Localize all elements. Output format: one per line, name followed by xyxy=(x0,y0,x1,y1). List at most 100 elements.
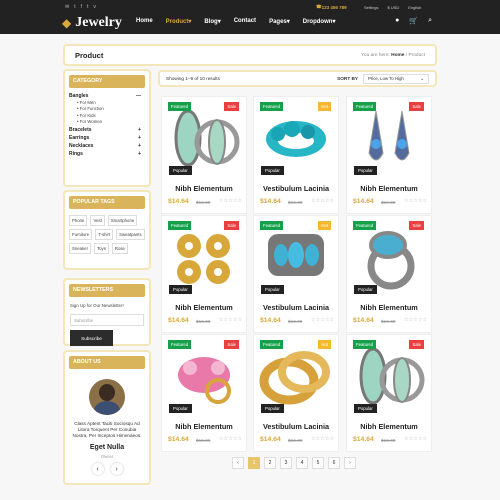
rating-stars-icon: ☆☆☆☆☆ xyxy=(404,198,428,204)
product-card[interactable]: Featured Sale Popular Nibh Elementum $14.64 $… xyxy=(346,334,432,452)
product-name[interactable]: Vestibulum Lacinia xyxy=(254,422,338,431)
popular-badge: Popular xyxy=(261,166,284,175)
sort-bar: Showing 1–9 of 10 results SORT BY Price,… xyxy=(158,70,437,87)
product-name[interactable]: Nibh Elementum xyxy=(347,184,431,193)
next-page-button[interactable]: › xyxy=(344,457,356,469)
tag-item[interactable]: Vest xyxy=(90,215,105,226)
search-icon[interactable]: ⌕ xyxy=(428,17,432,25)
sort-select[interactable]: Price, Low To High ⌄ xyxy=(363,73,429,84)
category-bangles[interactable]: Bangles — xyxy=(65,92,149,100)
nav-pages[interactable]: Pages▾ xyxy=(269,18,290,25)
product-card[interactable]: Featured Sale Popular Nibh Elementum $14.64 $… xyxy=(161,334,247,452)
page-5-button[interactable]: 5 xyxy=(312,457,324,469)
language-dropdown[interactable]: English xyxy=(408,5,421,10)
facebook-icon[interactable]: f xyxy=(81,4,82,10)
product-card[interactable]: Featured Sale Popular Nibh Elementum $14.64 $… xyxy=(346,215,432,333)
featured-badge: Featured xyxy=(168,221,192,230)
page-1-button[interactable]: 1 xyxy=(248,457,260,469)
social-links: ✉ t f t v xyxy=(65,3,96,11)
previous-page-button[interactable]: ‹ xyxy=(232,457,244,469)
featured-badge: Featured xyxy=(353,340,377,349)
product-card[interactable]: Featured Sale Popular Nibh Elementum $14.64 $… xyxy=(161,215,247,333)
tag-item[interactable]: Phone xyxy=(69,215,88,226)
product-name[interactable]: Nibh Elementum xyxy=(162,303,246,312)
tag-item[interactable]: Sneaker xyxy=(69,243,92,254)
product-card[interactable]: Featured Hot Popular Vestibulum Lacinia $14.… xyxy=(253,334,339,452)
nav-home[interactable]: Home xyxy=(136,18,153,25)
nav-blog[interactable]: Blog▾ xyxy=(204,18,220,25)
category-earrings[interactable]: Earrings + xyxy=(65,134,149,142)
rating-stars-icon: ☆☆☆☆☆ xyxy=(219,317,243,323)
page-6-button[interactable]: 6 xyxy=(328,457,340,469)
newsletter-text: Sign Up for Our Newsletter! xyxy=(70,303,124,308)
sort-control: SORT BY Price, Low To High ⌄ xyxy=(337,73,429,84)
featured-badge: Featured xyxy=(260,221,284,230)
twitter-icon[interactable]: t xyxy=(87,4,88,10)
category-necklaces[interactable]: Necklaces + xyxy=(65,142,149,150)
chevron-right-icon[interactable]: › xyxy=(110,463,123,475)
product-name[interactable]: Nibh Elementum xyxy=(347,422,431,431)
tag-item[interactable]: Furniture xyxy=(69,229,93,240)
about-quote: Class Aptent Taciti Sociosqu Ad Litora T… xyxy=(72,421,142,438)
sale-badge: Sale xyxy=(224,102,239,111)
old-price: $16.30 xyxy=(381,438,396,443)
subcategory-list: • For Men • For Function • For Kids • Fo… xyxy=(65,100,149,126)
old-price: $16.30 xyxy=(196,200,211,205)
chevron-left-icon[interactable]: ‹ xyxy=(91,463,104,475)
product-name[interactable]: Vestibulum Lacinia xyxy=(254,184,338,193)
site-logo[interactable]: ◆ Jewelry xyxy=(62,15,122,31)
nav-contact[interactable]: Contact xyxy=(234,18,256,25)
featured-badge: Featured xyxy=(260,102,284,111)
product-card[interactable]: Featured Sale Popular Nibh Elementum $14.64 $… xyxy=(161,96,247,214)
product-card[interactable]: Featured Sale Popular Nibh Elementum $14.64 $… xyxy=(346,96,432,214)
product-name[interactable]: Nibh Elementum xyxy=(162,184,246,193)
featured-badge: Featured xyxy=(168,102,192,111)
breadcrumb-path: You are here: Home / Product xyxy=(361,52,425,58)
logo-text: Jewelry xyxy=(75,15,122,30)
twitter-icon[interactable]: t xyxy=(74,4,75,10)
testimonial-arrows: ‹ › xyxy=(65,463,149,475)
currency-dropdown[interactable]: $ USD xyxy=(387,5,399,10)
tag-item[interactable]: Rose xyxy=(111,243,128,254)
featured-badge: Featured xyxy=(260,340,284,349)
popular-badge: Popular xyxy=(169,166,192,175)
featured-badge: Featured xyxy=(353,102,377,111)
newsletter-input[interactable]: Subscribe xyxy=(70,314,144,326)
top-bar: ✉ t f t v ☎ 123 456 789 Settings $ USD E… xyxy=(0,0,500,34)
old-price: $16.30 xyxy=(381,319,396,324)
old-price: $16.30 xyxy=(288,319,303,324)
sale-badge: Sale xyxy=(409,340,424,349)
user-icon[interactable]: ● xyxy=(395,17,399,25)
featured-badge: Featured xyxy=(353,221,377,230)
old-price: $16.30 xyxy=(196,319,211,324)
cart-icon[interactable]: 🛒 xyxy=(409,17,418,25)
results-count: Showing 1–9 of 10 results xyxy=(166,76,220,81)
tag-item[interactable]: T-shirt xyxy=(95,229,114,240)
sale-badge: Sale xyxy=(409,221,424,230)
nav-dropdown[interactable]: Dropdown▾ xyxy=(303,18,336,25)
product-card[interactable]: Featured Hot Popular Vestibulum Lacinia $14.… xyxy=(253,215,339,333)
tag-item[interactable]: Toys xyxy=(94,243,109,254)
page-3-button[interactable]: 3 xyxy=(280,457,292,469)
category-rings[interactable]: Rings + xyxy=(65,150,149,158)
category-bracelets[interactable]: Bracelets + xyxy=(65,126,149,134)
product-name[interactable]: Nibh Elementum xyxy=(347,303,431,312)
product-name[interactable]: Vestibulum Lacinia xyxy=(254,303,338,312)
vimeo-icon[interactable]: v xyxy=(93,4,96,10)
tag-item[interactable]: Smartphone xyxy=(107,215,138,226)
product-price: $14.64 xyxy=(168,317,189,324)
mail-icon[interactable]: ✉ xyxy=(65,4,69,10)
page-2-button[interactable]: 2 xyxy=(264,457,276,469)
product-card[interactable]: Featured Hot Popular Vestibulum Lacinia $14.… xyxy=(253,96,339,214)
breadcrumb-home-link[interactable]: Home xyxy=(391,53,404,58)
subscribe-button[interactable]: Subscribe xyxy=(70,330,113,346)
product-price: $14.64 xyxy=(168,198,189,205)
old-price: $16.30 xyxy=(381,200,396,205)
page-4-button[interactable]: 4 xyxy=(296,457,308,469)
settings-dropdown[interactable]: Settings xyxy=(364,5,378,10)
product-price: $14.64 xyxy=(260,436,281,443)
product-name[interactable]: Nibh Elementum xyxy=(162,422,246,431)
nav-product[interactable]: Product▾ xyxy=(166,18,192,25)
tag-item[interactable]: Sweatpants xyxy=(116,229,145,240)
rating-stars-icon: ☆☆☆☆☆ xyxy=(404,317,428,323)
